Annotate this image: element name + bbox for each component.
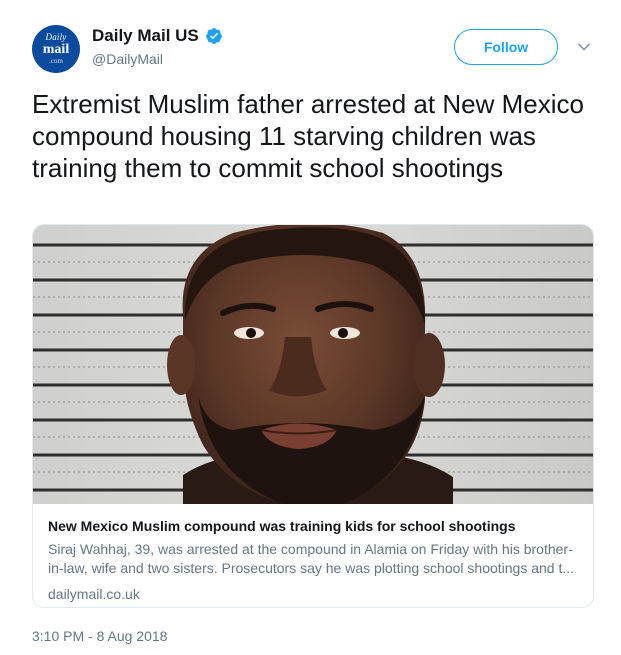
follow-button[interactable]: Follow bbox=[454, 29, 558, 65]
author-name-row: Daily Mail US bbox=[92, 26, 223, 46]
tweet-timestamp[interactable]: 3:10 PM - 8 Aug 2018 bbox=[32, 628, 167, 644]
tweet-text: Extremist Muslim father arrested at New … bbox=[32, 89, 584, 183]
author-block[interactable]: Daily Mail US @DailyMail bbox=[92, 26, 223, 67]
chevron-down-icon[interactable] bbox=[577, 40, 591, 54]
card-domain: dailymail.co.uk bbox=[48, 586, 140, 602]
avatar-text-line-2: mail bbox=[42, 42, 70, 57]
avatar[interactable]: Daily mail .com bbox=[32, 25, 80, 73]
tweet: Daily mail .com Daily Mail US @DailyMail… bbox=[0, 0, 621, 655]
card-body: New Mexico Muslim compound was training … bbox=[48, 517, 580, 602]
display-name[interactable]: Daily Mail US bbox=[92, 26, 199, 46]
avatar-text-line-3: .com bbox=[49, 57, 63, 65]
card-title[interactable]: New Mexico Muslim compound was training … bbox=[48, 517, 580, 535]
avatar-text-line-1: Daily bbox=[45, 32, 67, 42]
card-description: Siraj Wahhaj, 39, was arrested at the co… bbox=[48, 541, 575, 576]
author-handle[interactable]: @DailyMail bbox=[92, 51, 223, 67]
card-image-mugshot[interactable] bbox=[33, 225, 593, 504]
link-card[interactable]: New Mexico Muslim compound was training … bbox=[32, 224, 594, 608]
verified-badge-icon bbox=[205, 28, 222, 44]
